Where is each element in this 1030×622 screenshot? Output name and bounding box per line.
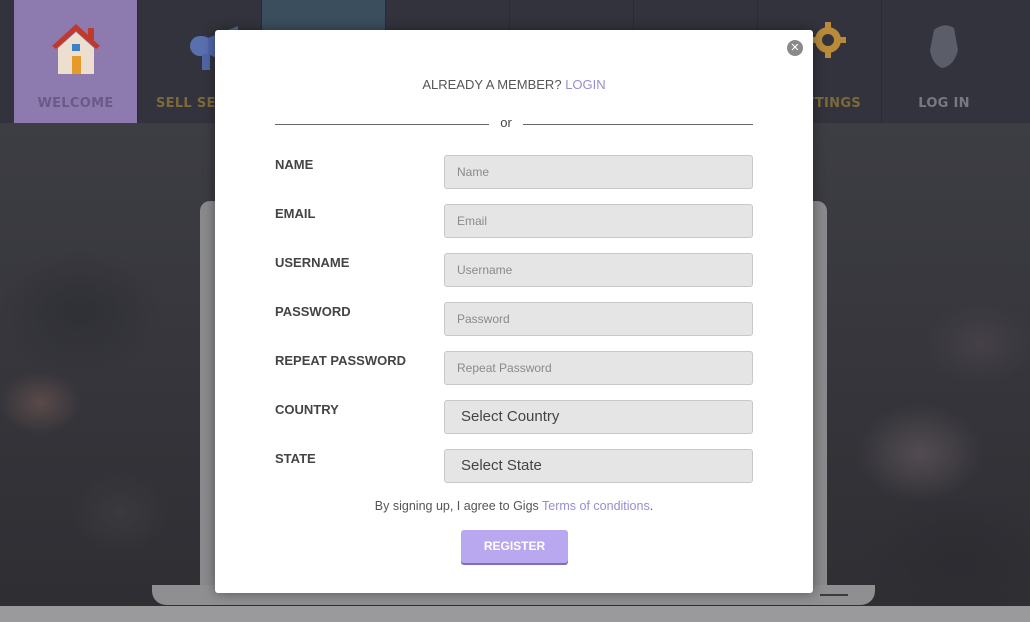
terms-suffix: . xyxy=(649,499,654,513)
password-label: PASSWORD xyxy=(275,304,351,319)
name-input[interactable] xyxy=(444,155,753,189)
email-input[interactable] xyxy=(444,204,753,238)
nav-item-welcome[interactable]: WELCOME xyxy=(14,0,138,123)
state-select[interactable]: Select State xyxy=(444,449,753,483)
name-label: NAME xyxy=(275,157,314,172)
hand-icon xyxy=(924,20,964,74)
state-label: STATE xyxy=(275,451,316,466)
username-label: USERNAME xyxy=(275,255,350,270)
nav-label-welcome: WELCOME xyxy=(37,96,114,111)
gear-icon xyxy=(808,20,848,64)
divider-left xyxy=(275,124,489,125)
country-label: COUNTRY xyxy=(275,402,339,417)
password-input[interactable] xyxy=(444,302,753,336)
country-select[interactable]: Select Country xyxy=(444,400,753,434)
repeat-password-input[interactable] xyxy=(444,351,753,385)
bottom-strip xyxy=(0,606,1030,622)
divider-right xyxy=(523,124,753,125)
terms-text: By signing up, I agree to Gigs xyxy=(374,499,539,513)
register-button[interactable]: REGISTER xyxy=(461,530,568,563)
nav-label-log-in: LOG IN xyxy=(918,96,970,111)
house-icon xyxy=(48,20,104,82)
already-member-line: ALREADY A MEMBER? LOGIN xyxy=(215,77,813,92)
divider-or: or xyxy=(500,115,512,130)
already-member-text: ALREADY A MEMBER? xyxy=(422,77,562,92)
username-input[interactable] xyxy=(444,253,753,287)
close-icon[interactable]: ✕ xyxy=(787,40,803,56)
nav-item-log-in[interactable]: LOG IN xyxy=(882,0,1006,123)
repeat-password-label: REPEAT PASSWORD xyxy=(275,353,406,368)
login-link[interactable]: LOGIN xyxy=(565,77,605,92)
terms-line: By signing up, I agree to Gigs Terms of … xyxy=(215,499,813,513)
terms-link[interactable]: Terms of conditions xyxy=(542,499,650,513)
laptop-slot xyxy=(820,594,848,596)
email-label: EMAIL xyxy=(275,206,316,221)
register-modal: ✕ ALREADY A MEMBER? LOGIN or NAME EMAIL … xyxy=(215,30,813,593)
